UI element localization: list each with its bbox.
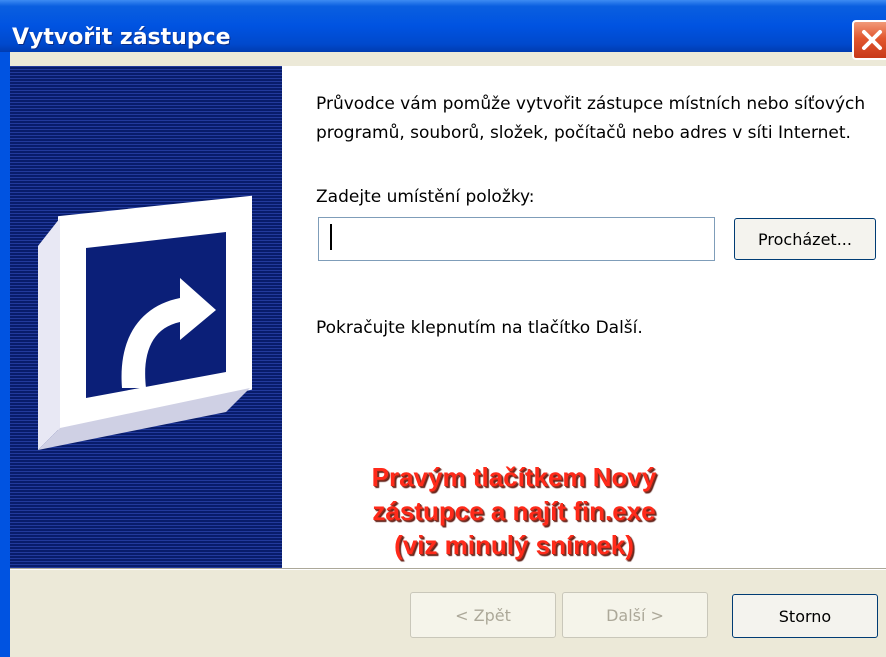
annotation-line-3: (viz minulý snímek) xyxy=(394,530,634,560)
browse-button[interactable]: Procházet... xyxy=(734,218,876,260)
create-shortcut-window: Vytvořit zástupce Průvodce vám pomůže vy… xyxy=(0,0,886,657)
back-button[interactable]: < Zpět xyxy=(410,592,556,638)
text-caret xyxy=(330,224,332,250)
window-frame-left xyxy=(0,52,10,657)
footer-separator xyxy=(10,568,886,570)
annotation-line-2: zástupce a najít fin.exe xyxy=(372,496,656,526)
wizard-description: Průvodce vám pomůže vytvořit zástupce mí… xyxy=(316,94,866,143)
annotation-overlay: Pravým tlačítkem Nový zástupce a najít f… xyxy=(324,460,704,562)
window-title: Vytvořit zástupce xyxy=(12,25,231,50)
cancel-button[interactable]: Storno xyxy=(732,594,878,638)
title-bar[interactable]: Vytvořit zástupce xyxy=(0,0,886,60)
location-input[interactable] xyxy=(318,217,715,261)
close-icon xyxy=(862,30,882,50)
close-button[interactable] xyxy=(852,20,886,60)
location-label: Zadejte umístění položky: xyxy=(316,187,535,207)
next-hint: Pokračujte klepnutím na tlačítko Další. xyxy=(316,318,643,338)
shortcut-arrow-icon xyxy=(38,195,252,450)
annotation-line-1: Pravým tlačítkem Nový xyxy=(371,462,657,492)
next-button[interactable]: Další > xyxy=(562,592,708,638)
wizard-side-panel xyxy=(10,66,282,568)
